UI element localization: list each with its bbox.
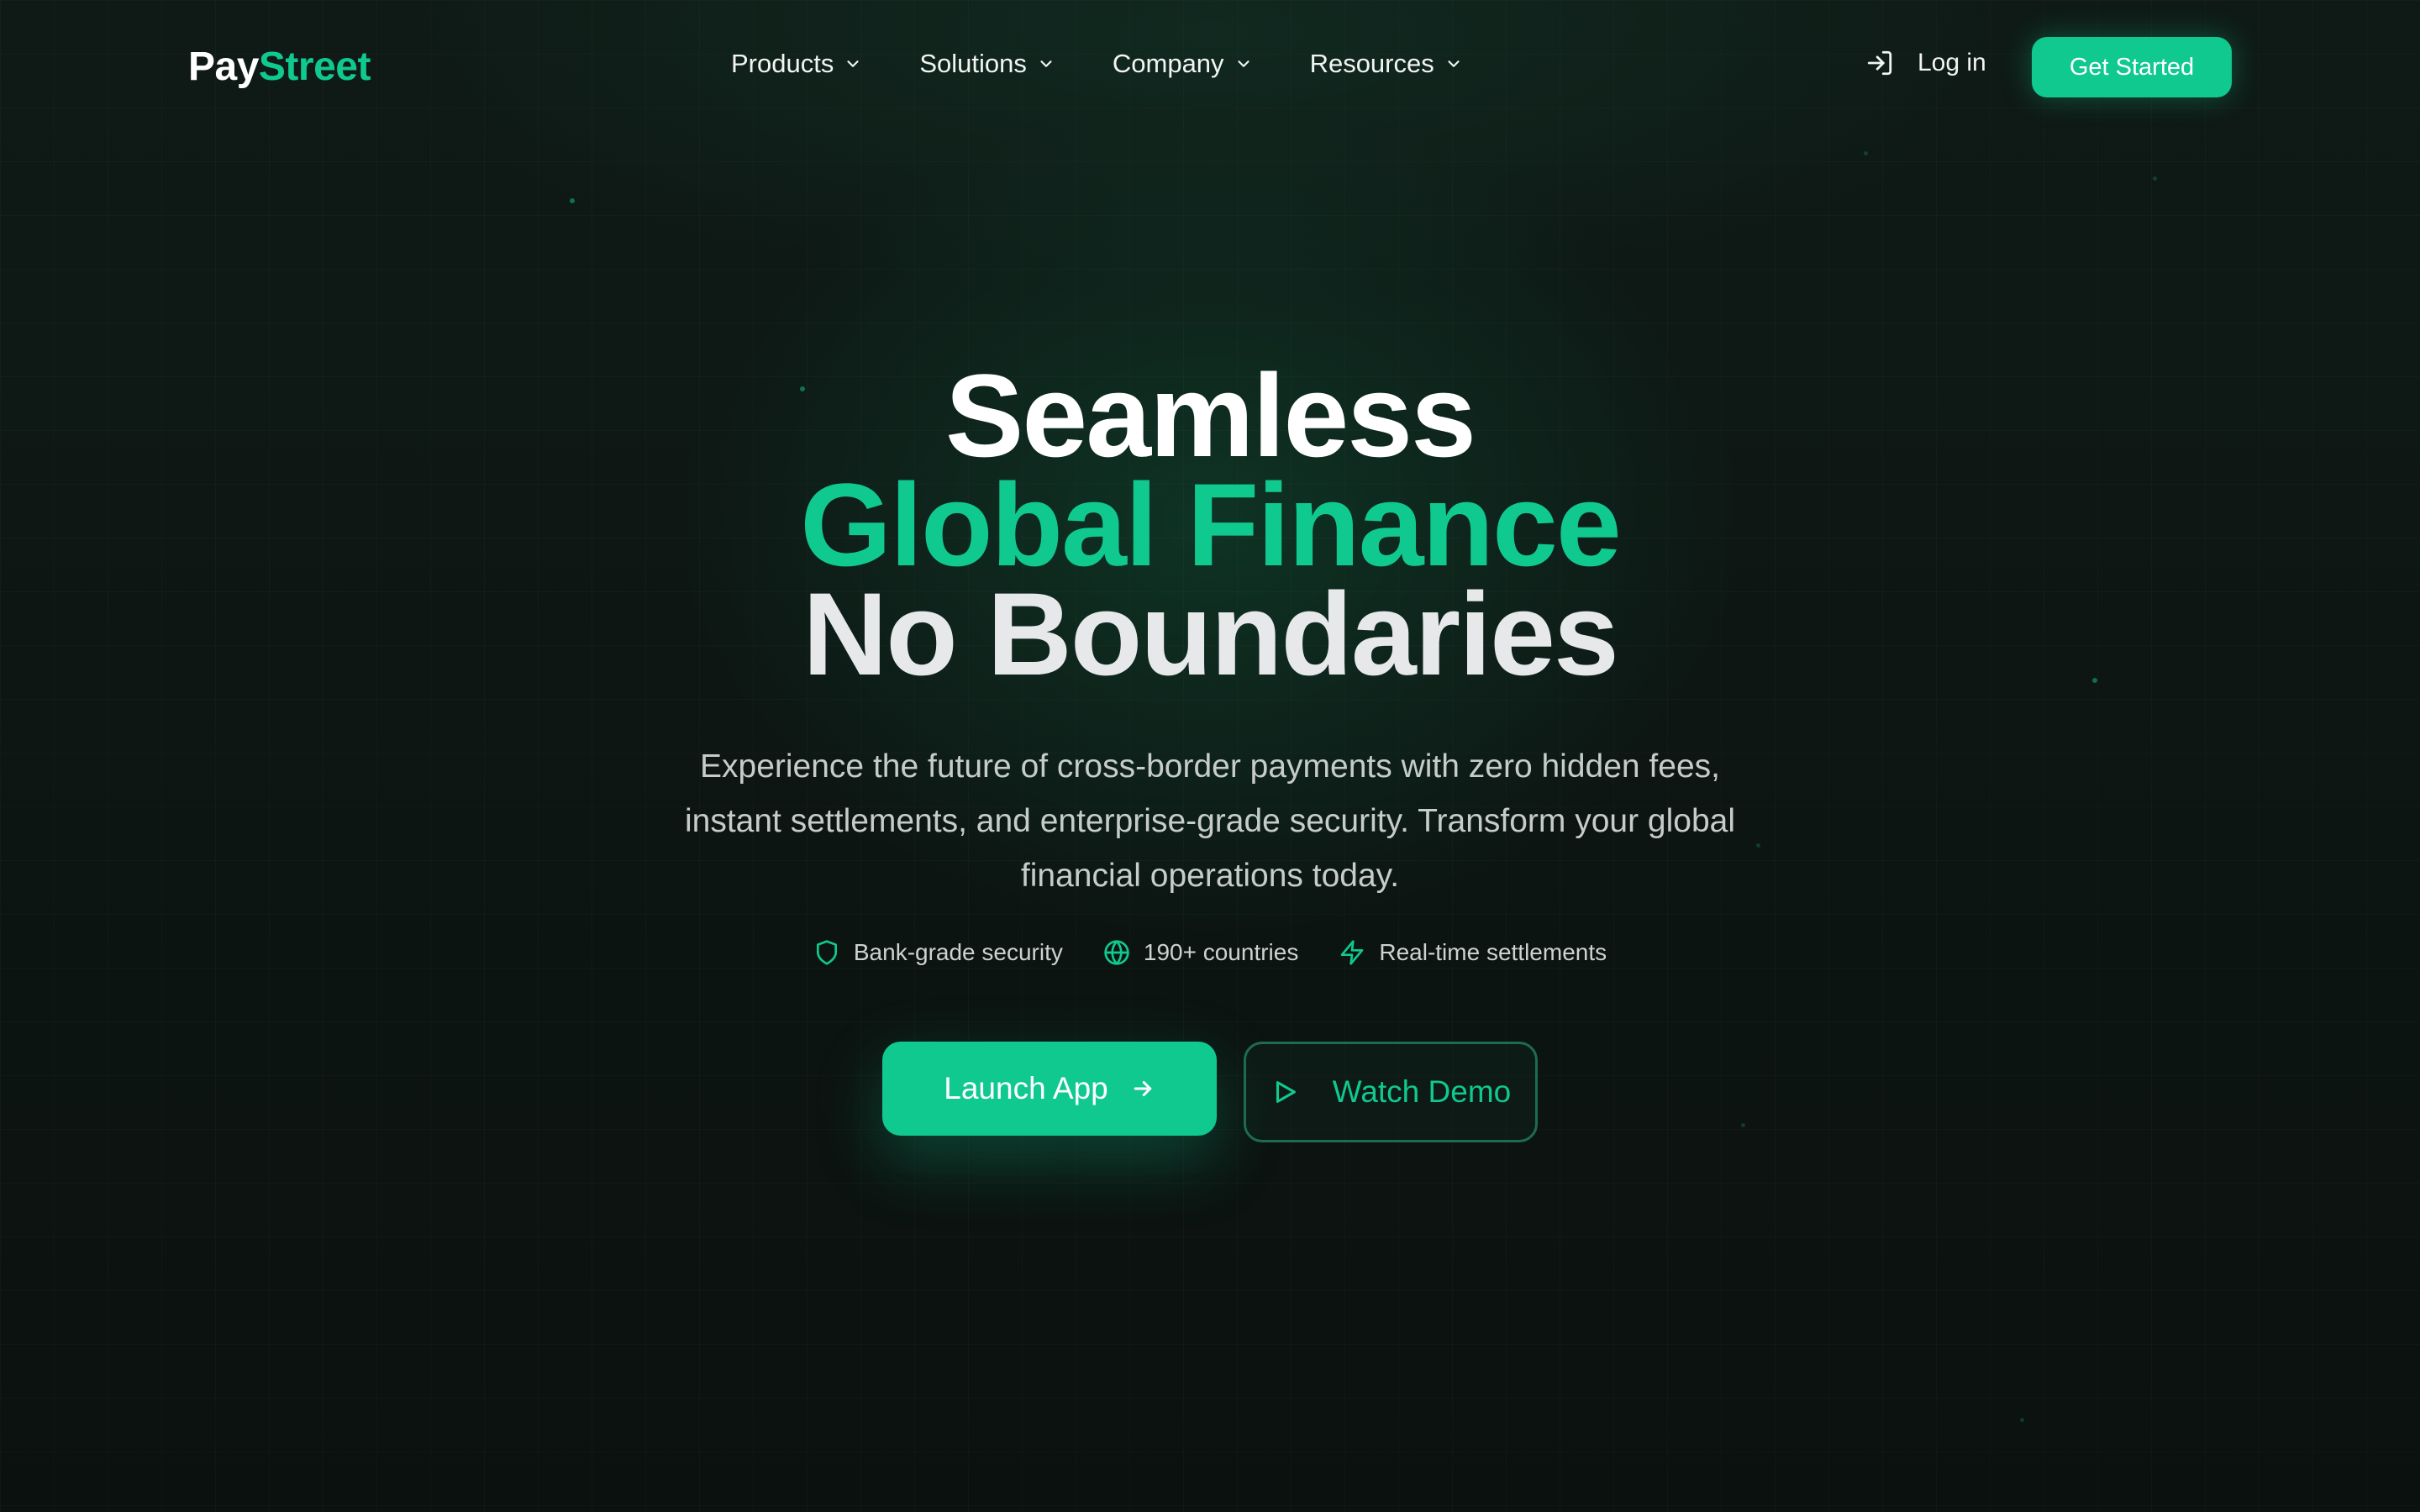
- landing-page: PayStreet Products Solutions Company Res…: [0, 0, 2420, 1512]
- hero-actions: Launch App Watch Demo: [0, 1042, 2420, 1142]
- feature-settlements: Real-time settlements: [1339, 939, 1607, 966]
- brand-logo-part1: Pay: [188, 45, 259, 89]
- decorative-dot: [1756, 843, 1760, 848]
- feature-security: Bank-grade security: [813, 939, 1063, 966]
- decorative-dot: [1864, 151, 1868, 155]
- feature-list: Bank-grade security 190+ countries Real-…: [0, 939, 2420, 966]
- launch-app-label: Launch App: [944, 1071, 1108, 1105]
- watch-demo-label: Watch Demo: [1332, 1074, 1512, 1109]
- hero-title-line1: Seamless: [944, 349, 1476, 481]
- login-icon: [1867, 50, 1892, 76]
- hero-title-line2: Global Finance: [800, 459, 1622, 591]
- login-link[interactable]: Log in: [1865, 49, 1986, 77]
- shield-icon: [816, 940, 837, 965]
- nav-item-products[interactable]: Products: [731, 49, 862, 79]
- feature-label: Bank-grade security: [853, 939, 1063, 965]
- chevron-down-icon: [1237, 60, 1249, 67]
- nav-item-label: Products: [731, 49, 834, 78]
- nav-item-solutions[interactable]: Solutions: [919, 49, 1055, 79]
- watch-demo-button[interactable]: Watch Demo: [1244, 1042, 1538, 1142]
- hero-title-line3: No Boundaries: [802, 568, 1619, 700]
- decorative-dot: [2020, 1418, 2024, 1422]
- chevron-down-icon: [1040, 60, 1052, 67]
- feature-label: 190+ countries: [1143, 939, 1299, 965]
- decorative-dot: [2153, 176, 2157, 181]
- globe-icon: [1104, 940, 1129, 965]
- decorative-dot: [570, 198, 575, 203]
- hero-subtitle: Experience the future of cross-border pa…: [684, 748, 1736, 894]
- launch-app-button[interactable]: Launch App: [882, 1042, 1217, 1136]
- feature-label: Real-time settlements: [1379, 939, 1607, 965]
- main-menu: Products Solutions Company Resources: [731, 49, 1463, 79]
- hero-title: Seamless Global Finance No Boundaries: [0, 349, 2420, 700]
- chevron-down-icon: [847, 60, 859, 67]
- brand-logo[interactable]: PayStreet: [188, 44, 371, 90]
- top-navbar: PayStreet Products Solutions Company Res…: [0, 0, 2420, 134]
- chevron-down-icon: [1448, 60, 1460, 67]
- get-started-button[interactable]: Get Started: [2032, 37, 2232, 97]
- nav-item-label: Resources: [1309, 49, 1434, 78]
- arrow-right-icon: [1134, 1081, 1151, 1096]
- feature-countries: 190+ countries: [1103, 939, 1298, 966]
- brand-logo-part2: Street: [258, 45, 371, 89]
- nav-item-label: Company: [1112, 49, 1224, 78]
- play-icon: [1276, 1081, 1296, 1103]
- nav-item-resources[interactable]: Resources: [1310, 49, 1463, 79]
- login-label: Log in: [1918, 49, 1986, 76]
- nav-item-company[interactable]: Company: [1113, 49, 1253, 79]
- lightning-icon: [1341, 940, 1364, 965]
- nav-item-label: Solutions: [919, 49, 1027, 78]
